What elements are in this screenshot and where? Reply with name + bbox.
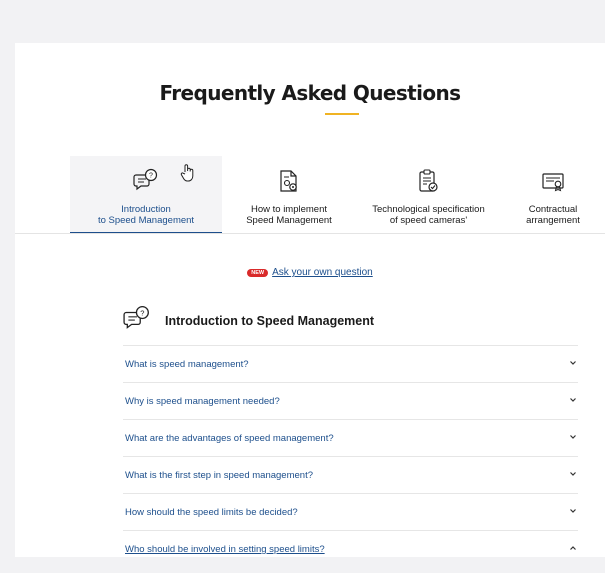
faq-question: Why is speed management needed? [125,396,280,407]
document-gears-icon [280,170,297,192]
faq-item[interactable]: What is speed management? [123,345,578,382]
faq-list: What is speed management? Why is speed m… [123,345,578,557]
faq-tabs: ? Introduction to Speed Management How to… [70,156,605,234]
svg-text:?: ? [149,173,153,180]
chevron-down-icon [570,472,576,476]
chat-question-icon: ? [123,305,149,329]
svg-text:?: ? [140,308,144,317]
faq-card: Frequently Asked Questions ? Introductio… [15,43,605,557]
section-title: Introduction to Speed Management [165,314,375,328]
chevron-down-icon [570,361,576,365]
clipboard-check-icon [419,169,438,192]
faq-question: What are the advantages of speed managem… [125,433,334,444]
certificate-icon [542,173,564,192]
ask-question-row: NEW Ask your own question [15,267,605,278]
faq-item[interactable]: What are the advantages of speed managem… [123,419,578,456]
tab-introduction[interactable]: ? Introduction to Speed Management [70,156,222,234]
chevron-down-icon [570,398,576,402]
section-header: ? Introduction to Speed Management [123,305,573,335]
tab-label: How to implement Speed Management [246,204,332,226]
faq-question: What is speed management? [125,359,249,370]
tab-how-to-implement[interactable]: How to implement Speed Management [222,156,356,234]
faq-question: Who should be involved in setting speed … [125,544,325,555]
faq-question: What is the first step in speed manageme… [125,470,313,481]
page-title: Frequently Asked Questions [159,81,462,105]
faq-item[interactable]: What is the first step in speed manageme… [123,456,578,493]
faq-item-open[interactable]: Who should be involved in setting speed … [123,530,578,557]
faq-item[interactable]: How should the speed limits be decided? [123,493,578,530]
chevron-up-icon [570,546,576,550]
chevron-down-icon [570,509,576,513]
tab-label: Introduction to Speed Management [97,204,195,226]
hand-cursor-icon [180,164,194,182]
faq-question: How should the speed limits be decided? [125,507,298,518]
chat-question-icon: ? [133,168,158,191]
faq-item[interactable]: Why is speed management needed? [123,382,578,419]
title-underline [325,113,359,115]
tab-tech-specification[interactable]: Technological specification of speed came… [356,156,501,234]
tab-contractual[interactable]: Contractual arrangement [501,156,605,234]
tab-label: Technological specification of speed came… [372,204,485,226]
ask-question-link[interactable]: Ask your own question [272,267,373,278]
chevron-down-icon [570,435,576,439]
tab-divider [15,233,605,234]
tab-label: Contractual arrangement [526,204,580,226]
new-badge: NEW [247,268,269,277]
